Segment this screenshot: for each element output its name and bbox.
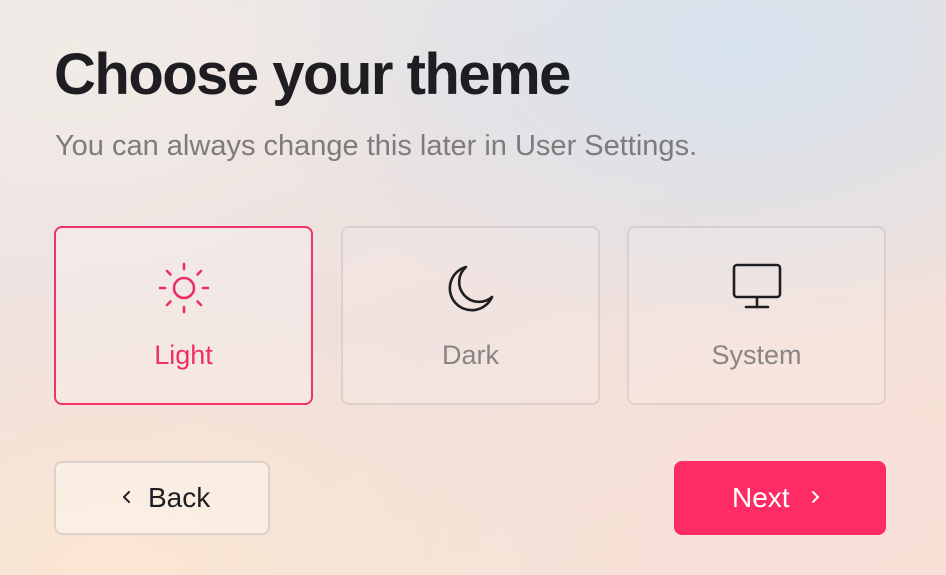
next-button-label: Next: [732, 482, 790, 513]
theme-option-dark[interactable]: Dark: [341, 226, 600, 405]
theme-option-label: System: [711, 340, 802, 370]
chevron-right-icon: [808, 490, 822, 504]
theme-options: Light Dark System: [54, 226, 886, 405]
theme-option-system[interactable]: System: [627, 226, 886, 405]
sun-icon: [157, 261, 211, 315]
monitor-icon: [730, 261, 784, 315]
page-subtitle: You can always change this later in User…: [55, 130, 698, 162]
theme-option-light[interactable]: Light: [54, 226, 313, 405]
back-button-label: Back: [148, 482, 211, 513]
moon-icon: [444, 261, 498, 315]
back-button[interactable]: Back: [54, 461, 270, 535]
theme-option-label: Dark: [441, 340, 499, 370]
page-title: Choose your theme: [54, 42, 571, 107]
theme-option-label: Light: [154, 340, 213, 370]
next-button[interactable]: Next: [674, 461, 886, 535]
chevron-left-icon: [120, 490, 134, 504]
